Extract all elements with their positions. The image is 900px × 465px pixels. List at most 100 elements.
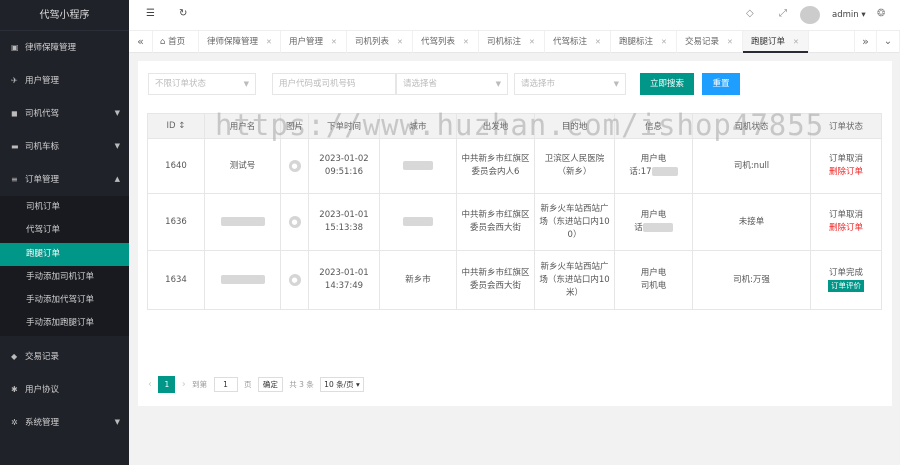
table-row: 1634 ● 2023-01-01 14:37:49 新乡市 中共新乡市红旗区委员… — [147, 250, 882, 310]
tab-errand-orders[interactable]: 跑腿订单 ✕ — [743, 31, 809, 53]
col-from: 出发地 — [456, 113, 535, 139]
sidebar-item-system[interactable]: ✲ 系统管理 ▼ — [0, 406, 129, 439]
pagination: ‹ 1 › 到第 1 页 确定 共 3 条 10 条/页 ▾ — [148, 376, 368, 394]
order-review-button[interactable]: 订单评价 — [828, 280, 864, 292]
col-image: 图片 — [280, 113, 309, 139]
col-id[interactable]: ID ↕ — [147, 113, 205, 139]
delete-order-link[interactable]: 删除订单 — [829, 223, 863, 233]
total-count: 共 3 条 — [289, 380, 314, 389]
sidebar-item-driver[interactable]: ◼ 司机代驾 ▼ — [0, 97, 129, 130]
current-page[interactable]: 1 — [158, 376, 176, 393]
close-icon[interactable]: ✕ — [661, 38, 667, 46]
sidebar-subitem-driver-orders[interactable]: 司机订单 — [0, 196, 129, 219]
col-user: 用户名 — [204, 113, 281, 139]
chevron-up-icon: ▲ — [114, 175, 120, 183]
col-to: 目的地 — [534, 113, 615, 139]
car-icon: ◼ — [11, 109, 18, 118]
tab-home[interactable]: ⌂ 首页 — [153, 31, 199, 53]
user-avatar-icon: ● — [288, 215, 301, 228]
tab-errand-mark[interactable]: 跑腿标注 ✕ — [611, 31, 677, 53]
orders-table: ID ↕ 用户名 图片 下单时间 城市 出发地 目的地 信息 司机状态 订单状态… — [147, 113, 882, 310]
close-icon[interactable]: ✕ — [266, 38, 272, 46]
sidebar-submenu: 司机订单 代驾订单 跑腿订单 手动添加司机订单 手动添加代驾订单 手动添加跑腿订… — [0, 196, 129, 336]
search-input[interactable]: 用户代码或司机号码 — [272, 73, 396, 95]
tab-users[interactable]: 用户管理 ✕ — [281, 31, 347, 53]
chevron-down-icon: ▼ — [114, 109, 120, 117]
status-select[interactable]: 不限订单状态 ▼ — [148, 73, 256, 95]
chevron-down-icon: ▼ — [114, 417, 120, 426]
menu-toggle-icon[interactable]: ☰ — [146, 8, 155, 19]
user-menu[interactable]: admin ▾ — [832, 10, 866, 20]
per-page-select[interactable]: 10 条/页 ▾ — [320, 377, 364, 392]
sidebar: 代驾小程序 ▣ 律师保障管理 ✈ 用户管理 ◼ 司机代驾 ▼ ▬ 司机车标 ▼ ≡ 订单管理 ▲… — [0, 0, 129, 465]
tab-proxy-mark[interactable]: 代驾标注 ✕ — [545, 31, 611, 53]
col-order-status: 订单状态 — [810, 113, 882, 139]
caret-down-icon: ▼ — [243, 80, 249, 88]
close-icon[interactable]: ✕ — [331, 38, 337, 46]
sidebar-item-orders[interactable]: ≡ 订单管理 ▲ — [0, 163, 129, 196]
close-icon[interactable]: ✕ — [727, 38, 733, 46]
sidebar-item-driver-mark[interactable]: ▬ 司机车标 ▼ — [0, 130, 129, 163]
confirm-page-button[interactable]: 确定 — [257, 377, 283, 392]
pin-icon: ✈ — [11, 76, 18, 85]
close-icon[interactable]: ✕ — [397, 38, 403, 46]
gear-icon: ✲ — [11, 417, 18, 427]
table-row: 1640 测试号 ● 2023-01-02 09:51:16 中共新乡市红旗区委员… — [147, 138, 882, 194]
table-row: 1636 ● 2023-01-01 15:13:38 中共新乡市红旗区委员会西大街… — [147, 193, 882, 251]
col-info: 信息 — [614, 113, 693, 139]
theme-icon[interactable]: ❂ — [877, 8, 885, 19]
sidebar-item-agreement[interactable]: ✱ 用户协议 — [0, 373, 129, 406]
reset-button[interactable]: 重置 — [702, 73, 740, 95]
table-header-row: ID ↕ 用户名 图片 下单时间 城市 出发地 目的地 信息 司机状态 订单状态 — [147, 113, 882, 139]
col-time: 下单时间 — [308, 113, 380, 139]
avatar[interactable] — [800, 6, 820, 24]
col-driver-status: 司机状态 — [692, 113, 811, 139]
close-icon[interactable]: ✕ — [463, 38, 469, 46]
user-avatar-icon: ● — [288, 273, 301, 286]
fullscreen-icon[interactable]: ⤢ — [779, 8, 787, 19]
delete-order-link[interactable]: 删除订单 — [829, 167, 863, 177]
sidebar-subitem-add-errand-order[interactable]: 手动添加跑腿订单 — [0, 312, 129, 335]
list-icon: ≡ — [11, 175, 18, 184]
sidebar-subitem-proxy-orders[interactable]: 代驾订单 — [0, 219, 129, 242]
tabs-prev-icon[interactable]: « — [129, 31, 153, 53]
car-side-icon: ▬ — [11, 142, 19, 151]
sidebar-subitem-errand-orders[interactable]: 跑腿订单 — [0, 242, 129, 266]
page-input[interactable]: 1 — [213, 377, 238, 392]
main-card: 不限订单状态 ▼ 用户代码或司机号码 请选择省 ▼ 请选择市 ▼ 立即搜索 重置 ID… — [138, 61, 892, 406]
sidebar-subitem-add-proxy-order[interactable]: 手动添加代驾订单 — [0, 289, 129, 312]
search-button[interactable]: 立即搜索 — [640, 73, 694, 95]
tab-bar: « ⌂ 首页 律师保障管理 ✕ 用户管理 ✕ 司机列表 ✕ 代驾列表 ✕ 司机标注 ✕ 代… — [129, 31, 900, 53]
sidebar-item-lawyer[interactable]: ▣ 律师保障管理 — [0, 31, 129, 64]
tabs-more-icon[interactable]: ⌄ — [877, 31, 900, 53]
close-icon[interactable]: ✕ — [529, 38, 535, 46]
next-page-icon[interactable]: › — [182, 379, 186, 390]
tab-driver-list[interactable]: 司机列表 ✕ — [347, 31, 413, 53]
close-icon[interactable]: ✕ — [793, 38, 799, 46]
gem-icon: ◆ — [11, 351, 18, 361]
redacted-text — [220, 216, 265, 226]
tab-transactions[interactable]: 交易记录 ✕ — [677, 31, 743, 53]
tab-driver-mark[interactable]: 司机标注 ✕ — [479, 31, 545, 53]
tab-proxy-list[interactable]: 代驾列表 ✕ — [413, 31, 479, 53]
redacted-text — [403, 160, 433, 170]
refresh-icon[interactable]: ↻ — [179, 8, 187, 19]
sidebar-item-transactions[interactable]: ◆ 交易记录 — [0, 340, 129, 373]
city-select[interactable]: 请选择市 ▼ — [514, 73, 626, 95]
tab-lawyer[interactable]: 律师保障管理 ✕ — [199, 31, 281, 53]
caret-down-icon: ▼ — [495, 80, 501, 88]
sidebar-subitem-add-driver-order[interactable]: 手动添加司机订单 — [0, 266, 129, 289]
tag-icon[interactable]: ◇ — [746, 8, 754, 19]
close-icon[interactable]: ✕ — [595, 38, 601, 46]
col-city: 城市 — [379, 113, 457, 139]
province-select[interactable]: 请选择省 ▼ — [396, 73, 508, 95]
redacted-text — [220, 274, 265, 284]
top-header: ☰ ↻ ◇ ⤢ admin ▾ ❂ — [129, 0, 900, 31]
caret-down-icon: ▼ — [613, 80, 619, 88]
tabs-next-icon[interactable]: » — [854, 31, 877, 53]
sidebar-item-users[interactable]: ✈ 用户管理 — [0, 64, 129, 97]
chevron-down-icon: ▼ — [114, 142, 120, 150]
prev-page-icon[interactable]: ‹ — [148, 379, 152, 390]
bug-icon: ✱ — [11, 384, 18, 394]
app-logo-title: 代驾小程序 — [0, 0, 129, 31]
